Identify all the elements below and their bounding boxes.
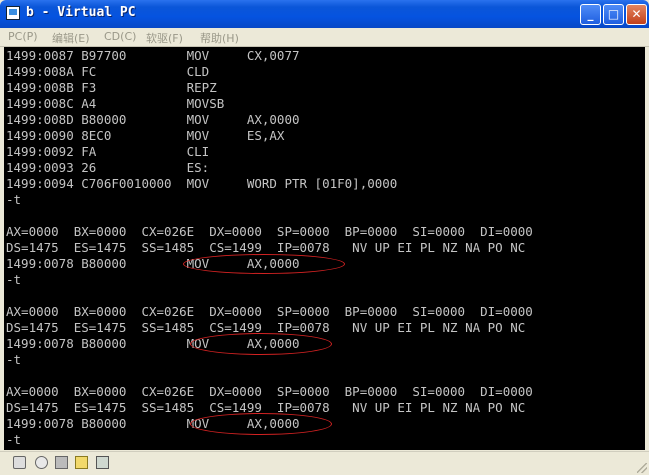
status-bar bbox=[0, 451, 649, 475]
maximize-button[interactable]: □ bbox=[603, 4, 624, 25]
cd-drive-icon[interactable] bbox=[35, 456, 48, 469]
shared-folder-icon[interactable] bbox=[75, 456, 88, 469]
dos-screen[interactable]: 1499:0087 B97700 MOV CX,0077 1499:008A FC… bbox=[4, 47, 645, 450]
terminal-line: AX=0000 BX=0000 CX=026E DX=0000 SP=0000 … bbox=[6, 304, 533, 319]
terminal-line: 1499:0090 8EC0 MOV ES,AX bbox=[6, 128, 285, 143]
virtual-pc-icon[interactable] bbox=[6, 6, 20, 20]
terminal-line: 1499:0087 B97700 MOV CX,0077 bbox=[6, 48, 300, 63]
resize-grip[interactable] bbox=[637, 463, 647, 473]
title-bar[interactable]: b - Virtual PC _ □ ✕ bbox=[0, 0, 649, 28]
floppy-icon[interactable] bbox=[55, 456, 68, 469]
menu-cd[interactable]: CD(C) bbox=[104, 30, 136, 43]
red-highlight-ellipse bbox=[190, 413, 332, 435]
network-icon[interactable] bbox=[96, 456, 109, 469]
terminal-line: -t bbox=[6, 192, 22, 207]
hard-disk-icon[interactable] bbox=[13, 456, 26, 469]
terminal-line: 1499:008D B80000 MOV AX,0000 bbox=[6, 112, 300, 127]
menu-bar: PC(P) 编辑(E) CD(C) 软驱(F) 帮助(H) bbox=[0, 28, 649, 47]
close-button[interactable]: ✕ bbox=[626, 4, 647, 25]
terminal-line: AX=0000 BX=0000 CX=026E DX=0000 SP=0000 … bbox=[6, 224, 533, 239]
red-highlight-ellipse bbox=[183, 254, 345, 274]
minimize-button[interactable]: _ bbox=[580, 4, 601, 25]
menu-pc[interactable]: PC(P) bbox=[8, 30, 38, 43]
terminal-line: -t bbox=[6, 352, 22, 367]
terminal-line: 1499:0092 FA CLI bbox=[6, 144, 210, 159]
terminal-line: -t bbox=[6, 432, 22, 447]
menu-floppy[interactable]: 软驱(F) bbox=[146, 30, 183, 46]
red-highlight-ellipse bbox=[190, 333, 332, 355]
terminal-line: -t bbox=[6, 272, 22, 287]
virtual-pc-window: b - Virtual PC _ □ ✕ PC(P) 编辑(E) CD(C) 软… bbox=[0, 0, 649, 475]
menu-edit[interactable]: 编辑(E) bbox=[52, 30, 90, 46]
menu-help[interactable]: 帮助(H) bbox=[200, 30, 239, 46]
terminal-line: 1499:008B F3 REPZ bbox=[6, 80, 217, 95]
window-title: b - Virtual PC bbox=[26, 5, 136, 20]
terminal-line: 1499:0093 26 ES: bbox=[6, 160, 210, 175]
terminal-line: 1499:008A FC CLD bbox=[6, 64, 210, 79]
terminal-line: 1499:008C A4 MOVSB bbox=[6, 96, 225, 111]
terminal-line: AX=0000 BX=0000 CX=026E DX=0000 SP=0000 … bbox=[6, 384, 533, 399]
terminal-line: 1499:0094 C706F0010000 MOV WORD PTR [01F… bbox=[6, 176, 398, 191]
